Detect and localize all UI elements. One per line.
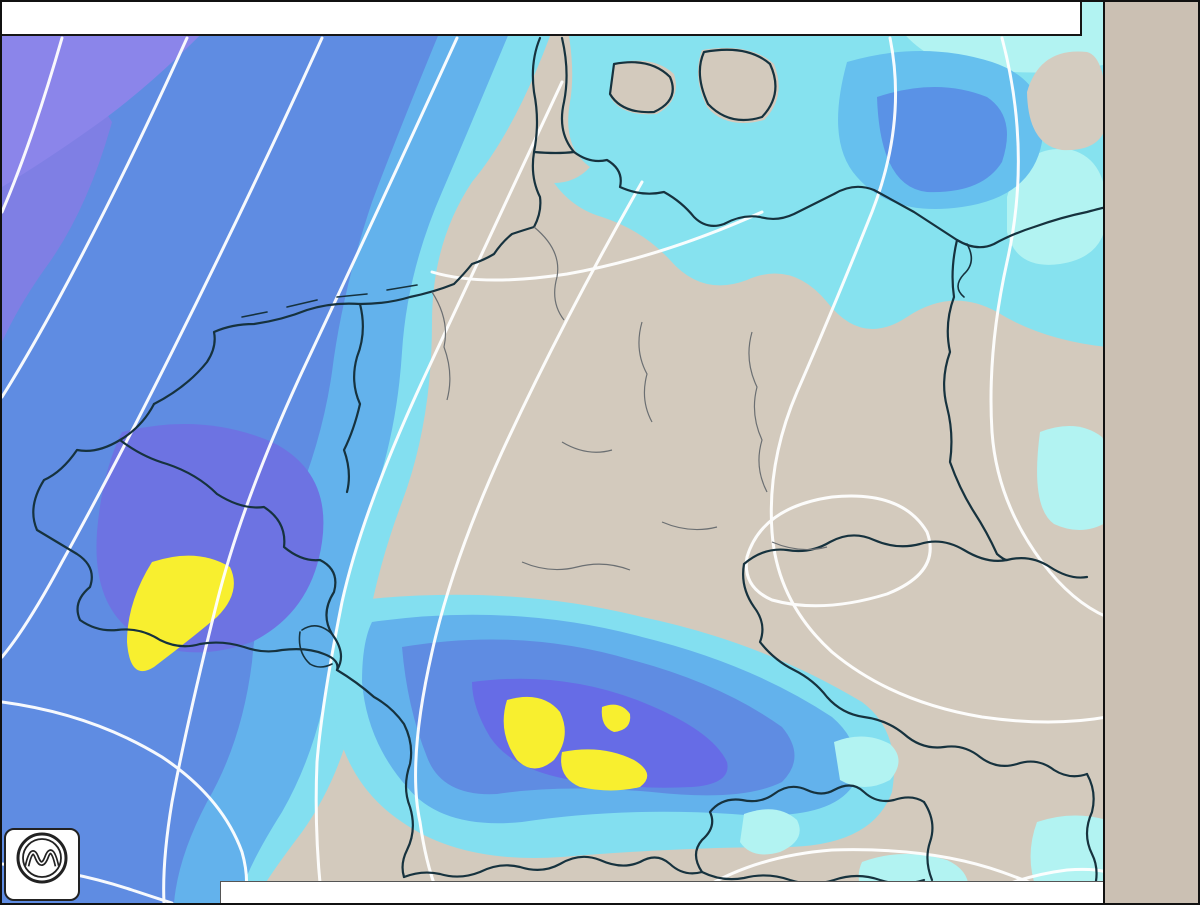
weather-map-canvas[interactable] [2, 2, 1107, 903]
metmaps-logo[interactable] [4, 828, 80, 901]
title-bar [2, 2, 1082, 36]
metmaps-logo-icon [6, 830, 78, 899]
legend-sidebar [1103, 2, 1198, 903]
map-labels [2, 2, 1107, 903]
weather-map-app [0, 0, 1200, 905]
copyright-bar [220, 881, 1107, 903]
